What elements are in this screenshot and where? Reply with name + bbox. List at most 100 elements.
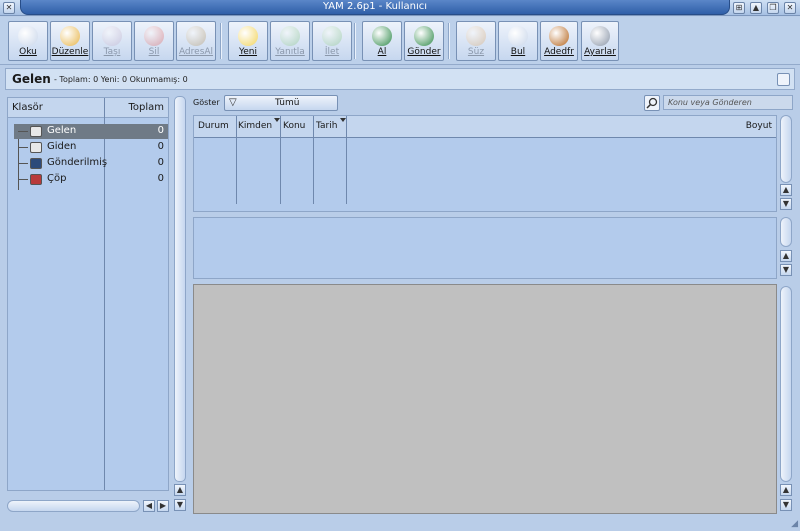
folder-list-header: Klasör Toplam [8, 98, 168, 118]
toolbar-button-label: Düzenle [51, 47, 89, 57]
toolbar-button-label: Yeni [238, 47, 258, 57]
toolbar-button-label: Al [377, 47, 387, 57]
toolbar-button-label: İlet [324, 47, 340, 57]
filter-funnel-icon [466, 26, 486, 46]
scroll-down-icon[interactable]: ▼ [174, 499, 186, 511]
toolbar-button-label: Sil [148, 47, 160, 57]
folder-count: 0 [157, 125, 164, 136]
column-subject[interactable]: Konu [283, 121, 305, 131]
folder-list-hscrollbar[interactable] [7, 500, 140, 512]
address-icon [186, 26, 206, 46]
inbox-icon [30, 126, 42, 137]
toolbar-button-3[interactable]: Sil [134, 21, 174, 61]
trash-icon [144, 26, 164, 46]
folder-count: 0 [157, 173, 164, 184]
resize-grip-icon[interactable]: ◢ [791, 519, 798, 529]
folder-label: Çöp [47, 173, 67, 184]
toolbar-separator [354, 23, 356, 59]
toolbar-button-1[interactable]: Düzenle [50, 21, 90, 61]
toolbar-button-label: Oku [19, 47, 37, 57]
toolbar-button-4[interactable]: AdresAl [176, 21, 216, 61]
folder-info-bar: Gelen - Toplam: 0 Yeni: 0 Okunmamış: 0 [5, 68, 795, 90]
scroll-up-icon[interactable]: ▲ [780, 484, 792, 496]
toolbar: Oku Düzenle Taşı Sil AdresAl Yeni Yanıtla İlet A… [0, 17, 800, 65]
toolbar-button-7[interactable]: İlet [312, 21, 352, 61]
column-size[interactable]: Boyut [746, 121, 772, 131]
toolbar-button-label: AdresAl [178, 47, 214, 57]
show-filter-value: Tümü [275, 98, 300, 108]
scroll-left-icon[interactable]: ◀ [143, 500, 155, 512]
toolbar-separator [220, 23, 222, 59]
column-status[interactable]: Durum [198, 121, 229, 131]
tree-branch [18, 147, 28, 148]
folder-row[interactable]: Gelen 0 [14, 124, 168, 139]
toolbar-button-5[interactable]: Yeni [228, 21, 268, 61]
scroll-down-icon[interactable]: ▼ [780, 264, 792, 276]
message-list-vscrollbar[interactable] [780, 115, 792, 183]
preview-vscrollbar[interactable] [780, 217, 792, 247]
scroll-right-icon[interactable]: ▶ [157, 500, 169, 512]
message-view-pane[interactable] [193, 284, 777, 514]
toolbar-separator [448, 23, 450, 59]
toolbar-button-12[interactable]: Adedfr [540, 21, 578, 61]
toolbar-button-0[interactable]: Oku [8, 21, 48, 61]
column-divider [280, 116, 281, 204]
show-filter-select[interactable]: ▽ Tümü [224, 95, 338, 111]
title-bar: ✕ YAM 2.6p1 - Kullanıcı ⊞ ▲ ❐ ✕ [0, 0, 800, 16]
message-view-vscrollbar[interactable] [780, 286, 792, 482]
toolbar-button-2[interactable]: Taşı [92, 21, 132, 61]
column-date[interactable]: Tarih [316, 121, 337, 131]
folder-row[interactable]: Giden 0 [14, 140, 168, 155]
toolbar-button-11[interactable]: Bul [498, 21, 538, 61]
scroll-down-icon[interactable]: ▼ [780, 499, 792, 511]
folder-column-header[interactable]: Klasör [12, 102, 43, 113]
scroll-up-icon[interactable]: ▲ [174, 484, 186, 496]
search-icon[interactable] [644, 95, 660, 111]
tree-branch [18, 163, 28, 164]
forward-icon [322, 26, 342, 46]
pencil-icon [60, 26, 80, 46]
send-mail-globe-icon [414, 26, 434, 46]
scroll-up-icon[interactable]: ▲ [780, 250, 792, 262]
toolbar-button-8[interactable]: Al [362, 21, 402, 61]
address-book-icon [549, 26, 569, 46]
preview-pane[interactable] [193, 217, 777, 279]
folder-stats: - Toplam: 0 Yeni: 0 Okunmamış: 0 [54, 75, 188, 84]
tree-branch [18, 131, 28, 132]
toolbar-button-label: Adedfr [544, 47, 574, 57]
folder-count: 0 [157, 141, 164, 152]
column-from[interactable]: Kimden [238, 121, 272, 131]
folder-image-icon [777, 73, 790, 86]
total-column-header[interactable]: Toplam [128, 102, 164, 113]
move-icon [102, 26, 122, 46]
scroll-down-icon[interactable]: ▼ [780, 198, 792, 210]
window-title: YAM 2.6p1 - Kullanıcı [322, 1, 428, 12]
maximize-icon[interactable]: ❐ [767, 2, 779, 14]
scroll-up-icon[interactable]: ▲ [780, 184, 792, 196]
outbox-icon [30, 142, 42, 153]
iconify-icon[interactable]: ⊞ [733, 2, 745, 14]
toolbar-button-6[interactable]: Yanıtla [270, 21, 310, 61]
folder-count: 0 [157, 157, 164, 168]
magnifier-icon [18, 26, 38, 46]
toolbar-button-9[interactable]: Gönder [404, 21, 444, 61]
toolbar-button-10[interactable]: Süz [456, 21, 496, 61]
toolbar-button-label: Süz [467, 47, 485, 57]
folder-row[interactable]: Gönderilmiş 0 [14, 156, 168, 171]
close-icon[interactable]: ✕ [3, 2, 15, 14]
toolbar-button-13[interactable]: Ayarlar [581, 21, 619, 61]
message-list-header: Durum Kimden Konu Tarih Boyut [194, 116, 776, 138]
column-divider [236, 116, 237, 204]
raise-icon[interactable]: ▲ [750, 2, 762, 14]
reply-icon [280, 26, 300, 46]
toolbar-button-label: Taşı [103, 47, 121, 57]
folder-label: Gönderilmiş [47, 157, 108, 168]
panel-splitter[interactable] [174, 96, 186, 482]
window-close-icon[interactable]: ✕ [784, 2, 796, 14]
title-tab[interactable]: YAM 2.6p1 - Kullanıcı [20, 0, 730, 15]
folder-row[interactable]: Çöp 0 [14, 172, 168, 187]
get-mail-globe-icon [372, 26, 392, 46]
folder-list[interactable]: Klasör Toplam Gelen 0 Giden 0 Gönderilmiş 0 Çö… [7, 97, 169, 491]
search-input[interactable]: Konu veya Gönderen [663, 95, 793, 110]
message-list[interactable]: Durum Kimden Konu Tarih Boyut [193, 115, 777, 212]
